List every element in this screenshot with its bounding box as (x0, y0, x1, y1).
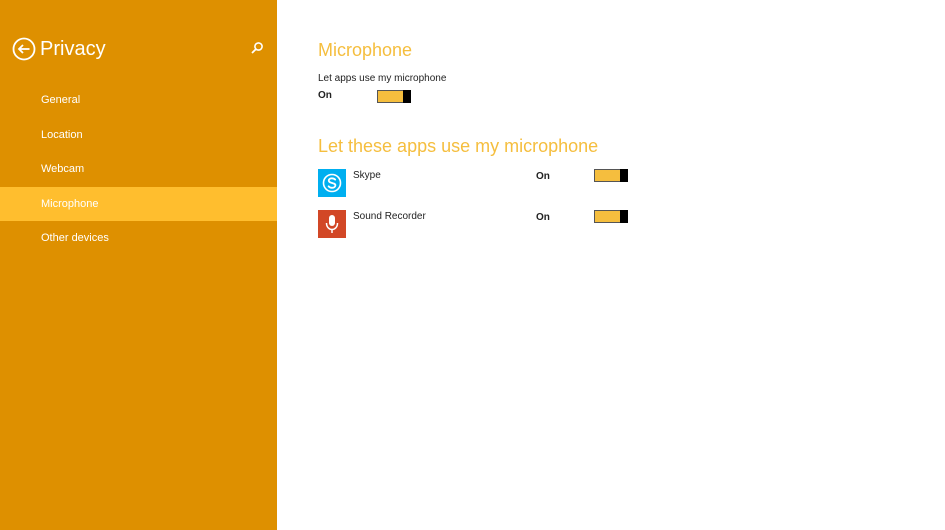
section-heading-microphone: Microphone (318, 40, 413, 60)
sidebar: Privacy General Location Webcam Micropho… (0, 0, 277, 530)
back-arrow-circle-icon (12, 37, 36, 61)
app-name-sound-recorder: Sound Recorder (353, 211, 426, 222)
sidebar-item-location[interactable]: Location (0, 118, 277, 153)
skype-icon (318, 169, 346, 197)
sidebar-item-webcam[interactable]: Webcam (0, 152, 277, 187)
sidebar-item-microphone[interactable]: Microphone (0, 186, 277, 221)
sidebar-item-other-devices[interactable]: Other devices (0, 221, 277, 256)
page-title: Privacy (40, 38, 106, 60)
toggle-knob (620, 169, 628, 182)
search-icon (251, 42, 263, 54)
skype-app-icon (318, 169, 346, 197)
app-state-skype: On (536, 171, 550, 182)
main-content: Microphone Let apps use my microphone On… (277, 0, 945, 530)
toggle-knob (620, 210, 628, 223)
skype-microphone-toggle[interactable] (594, 169, 628, 182)
global-setting-label: Let apps use my microphone (318, 73, 447, 84)
sound-recorder-microphone-toggle[interactable] (594, 210, 628, 223)
sidebar-nav: General Location Webcam Microphone Other… (0, 83, 277, 256)
toggle-knob (403, 90, 411, 103)
back-button[interactable] (12, 37, 36, 61)
global-microphone-toggle[interactable] (377, 90, 411, 103)
sound-recorder-app-icon (318, 210, 346, 238)
privacy-settings-window: Privacy General Location Webcam Micropho… (0, 0, 945, 530)
app-name-skype: Skype (353, 170, 381, 181)
sidebar-item-general[interactable]: General (0, 83, 277, 118)
apps-section-heading: Let these apps use my microphone (318, 136, 599, 156)
app-state-sound-recorder: On (536, 212, 550, 223)
global-setting-state: On (318, 90, 332, 101)
microphone-icon (318, 210, 346, 238)
search-button[interactable] (249, 40, 265, 56)
